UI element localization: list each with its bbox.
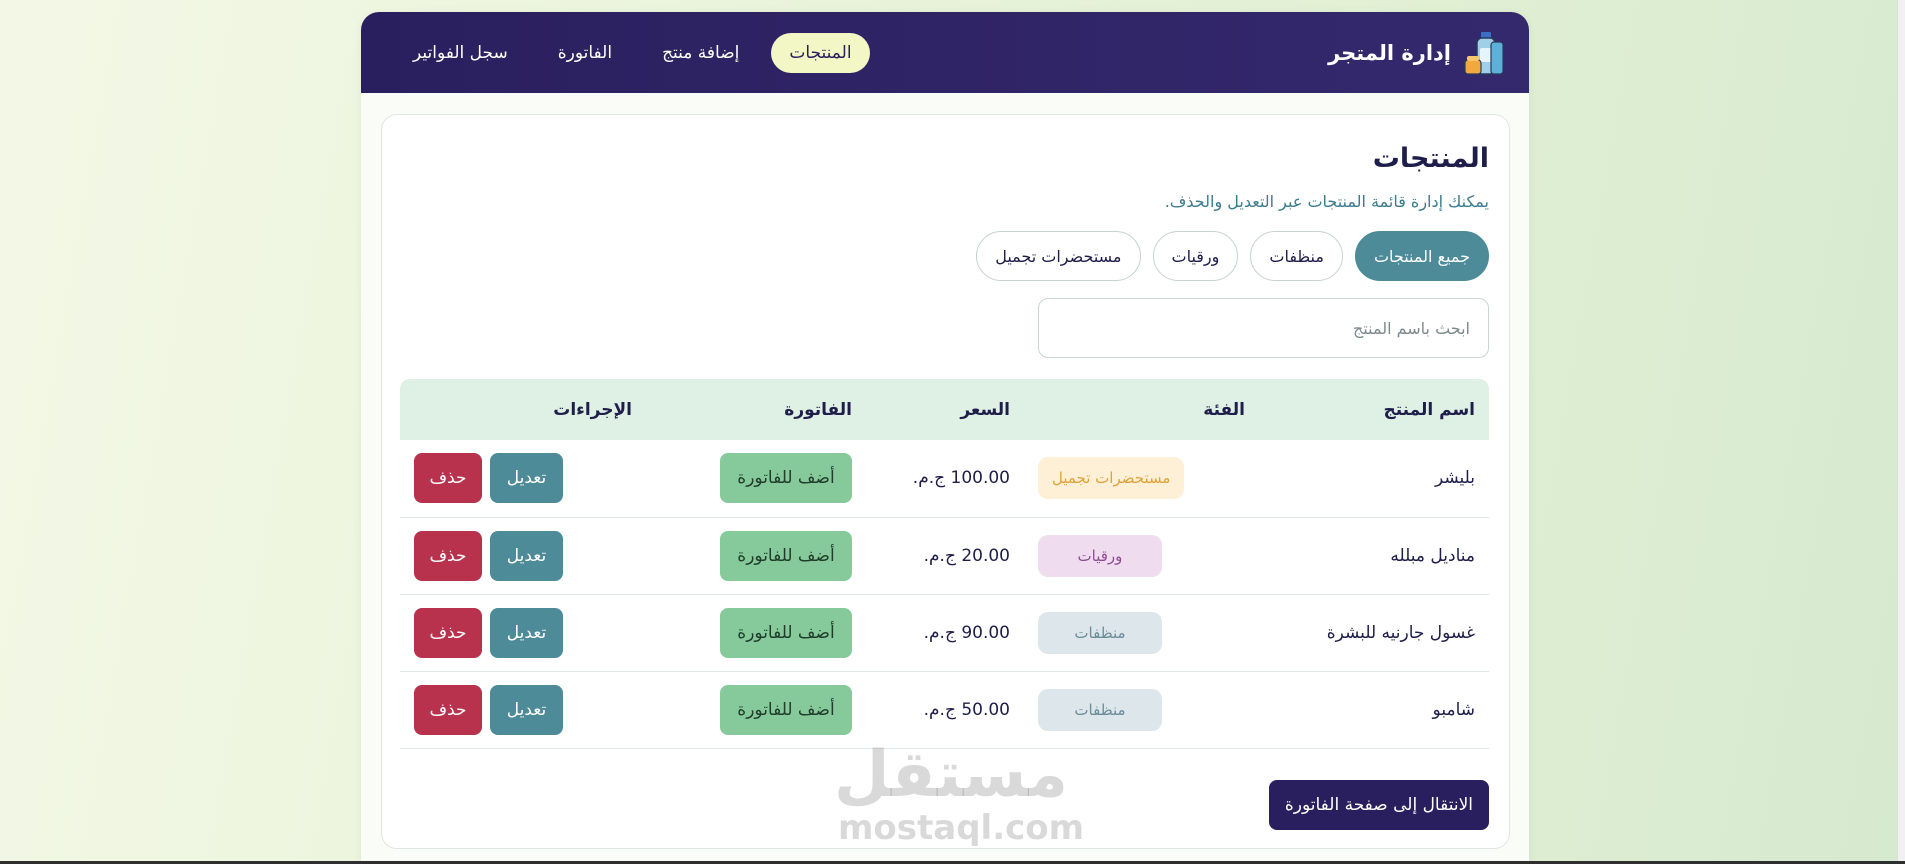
nav-links: المنتجات إضافة منتج الفاتورة سجل الفواتي…: [395, 32, 870, 73]
app-window: إدارة المتجر المنتجات إضافة منتج الفاتور…: [361, 12, 1529, 864]
header-invoice: الفاتورة: [784, 399, 852, 420]
products-card: المنتجات يمكنك إدارة قائمة المنتجات عبر …: [381, 114, 1510, 849]
top-navbar: إدارة المتجر المنتجات إضافة منتج الفاتور…: [361, 12, 1529, 93]
edit-button[interactable]: تعديل: [490, 607, 563, 658]
delete-button[interactable]: حذف: [414, 684, 482, 735]
delete-button[interactable]: حذف: [414, 453, 482, 504]
edit-button[interactable]: تعديل: [490, 530, 563, 581]
category-badge: منظفات: [1038, 611, 1162, 654]
header-actions: الإجراءات: [553, 399, 632, 420]
table-row: بليشر مستحضرات تجميل 100.00 ج.م. أضف للف…: [400, 440, 1489, 518]
cell-price: 50.00 ج.م.: [866, 671, 1024, 749]
filter-all-products[interactable]: جميع المنتجات: [1354, 231, 1489, 281]
filter-cleaners[interactable]: منظفات: [1250, 231, 1343, 281]
add-to-invoice-button[interactable]: أضف للفاتورة: [720, 684, 852, 735]
cell-product-name: بليشر: [1259, 440, 1489, 518]
delete-button[interactable]: حذف: [414, 530, 482, 581]
filter-paper[interactable]: ورقيات: [1152, 231, 1239, 281]
cell-price: 20.00 ج.م.: [866, 517, 1024, 595]
delete-button[interactable]: حذف: [414, 607, 482, 658]
table-row: شامبو منظفات 50.00 ج.م. أضف للفاتورة تعد…: [400, 671, 1489, 749]
brand[interactable]: إدارة المتجر: [1328, 28, 1507, 78]
page-subtitle: يمكنك إدارة قائمة المنتجات عبر التعديل و…: [1164, 192, 1489, 211]
category-badge: مستحضرات تجميل: [1038, 457, 1185, 500]
category-badge: منظفات: [1038, 688, 1162, 731]
window-scrollbar[interactable]: [1897, 0, 1905, 864]
nav-link-invoice[interactable]: الفاتورة: [540, 33, 630, 73]
goto-invoice-button[interactable]: الانتقال إلى صفحة الفاتورة: [1268, 780, 1489, 830]
category-badge: ورقيات: [1038, 534, 1162, 577]
edit-button[interactable]: تعديل: [490, 684, 563, 735]
nav-link-add-product[interactable]: إضافة منتج: [644, 33, 757, 73]
header-product-name: اسم المنتج: [1383, 399, 1475, 420]
nav-link-products[interactable]: المنتجات: [771, 32, 870, 73]
table-header-row: اسم المنتج الفئة السعر الفاتورة الإجراءا…: [400, 379, 1489, 440]
filter-cosmetics[interactable]: مستحضرات تجميل: [976, 231, 1141, 281]
row-actions: تعديل حذف: [414, 684, 632, 735]
page-title: المنتجات: [1372, 143, 1489, 174]
row-actions: تعديل حذف: [414, 607, 632, 658]
row-actions: تعديل حذف: [414, 530, 632, 581]
nav-link-invoice-history[interactable]: سجل الفواتير: [395, 33, 526, 73]
cell-price: 90.00 ج.م.: [866, 594, 1024, 672]
add-to-invoice-button[interactable]: أضف للفاتورة: [720, 453, 852, 504]
products-table: اسم المنتج الفئة السعر الفاتورة الإجراءا…: [400, 379, 1489, 749]
edit-button[interactable]: تعديل: [490, 453, 563, 504]
header-price: السعر: [960, 399, 1010, 420]
store-products-icon: [1464, 31, 1504, 75]
cell-price: 100.00 ج.م.: [866, 440, 1024, 518]
search-input[interactable]: [1038, 298, 1489, 358]
table-row: مناديل مبلله ورقيات 20.00 ج.م. أضف للفات…: [400, 517, 1489, 595]
add-to-invoice-button[interactable]: أضف للفاتورة: [720, 530, 852, 581]
header-category: الفئة: [1203, 399, 1245, 420]
brand-title: إدارة المتجر: [1328, 40, 1451, 65]
cell-product-name: غسول جارنيه للبشرة: [1259, 594, 1489, 672]
cell-product-name: مناديل مبلله: [1259, 517, 1489, 595]
add-to-invoice-button[interactable]: أضف للفاتورة: [720, 607, 852, 658]
cell-product-name: شامبو: [1259, 671, 1489, 749]
category-filters: جميع المنتجات منظفات ورقيات مستحضرات تجم…: [402, 231, 1489, 281]
table-row: غسول جارنيه للبشرة منظفات 90.00 ج.م. أضف…: [400, 594, 1489, 672]
row-actions: تعديل حذف: [414, 453, 632, 504]
